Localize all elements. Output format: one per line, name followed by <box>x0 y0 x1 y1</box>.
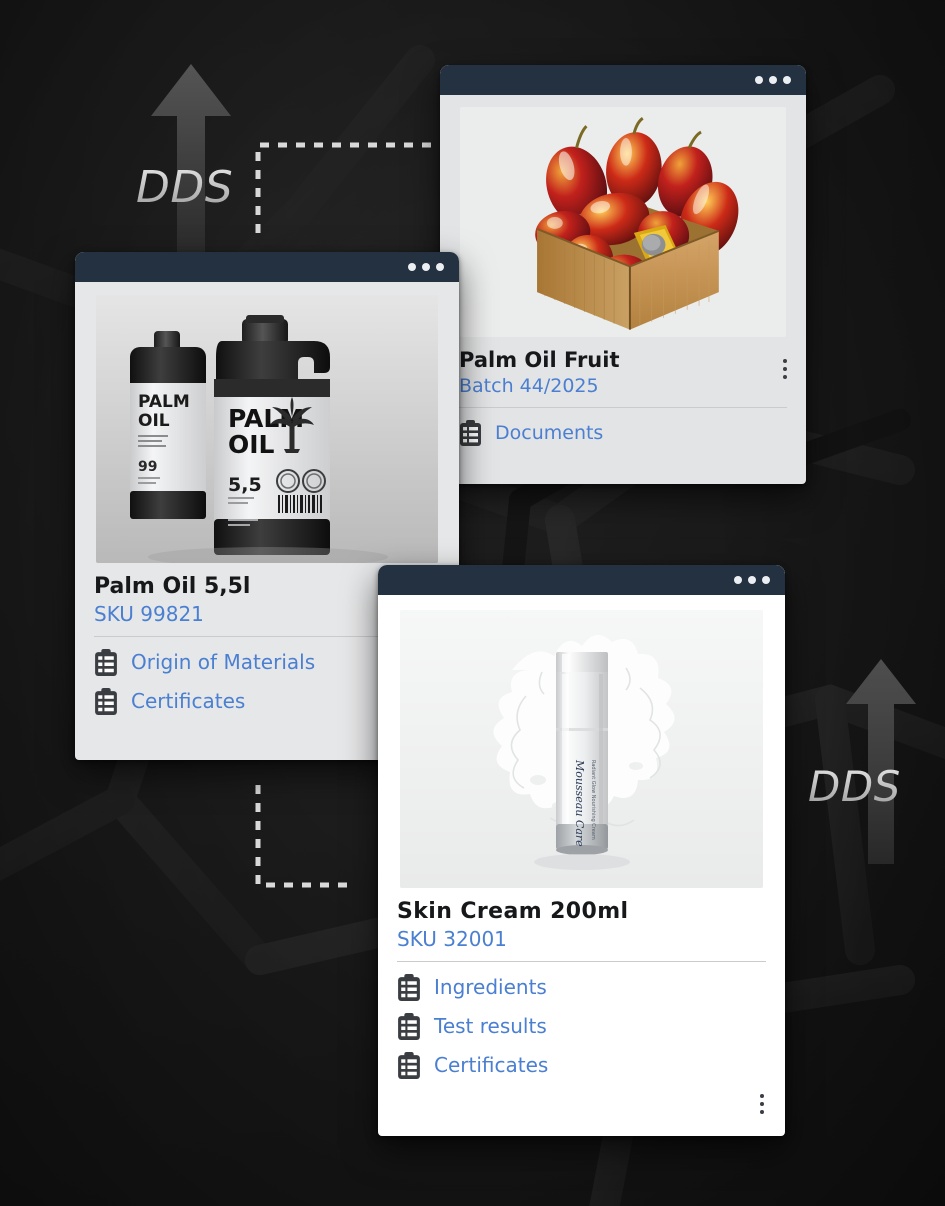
clipboard-icon <box>95 648 117 676</box>
clipboard-icon <box>460 420 481 447</box>
document-row[interactable]: Ingredients <box>397 968 766 1007</box>
clipboard-icon <box>398 1012 420 1040</box>
svg-text:OIL: OIL <box>138 411 170 431</box>
product-card-skin-cream[interactable]: Mousseau Care Radiant Glow Nourishing Cr… <box>378 565 785 1136</box>
document-list: Documents <box>440 408 806 466</box>
window-dots-icon[interactable] <box>734 576 770 584</box>
document-label: Documents <box>495 422 604 445</box>
document-row[interactable]: Test results <box>397 1007 766 1046</box>
card-overflow-menu-icon[interactable] <box>783 359 787 379</box>
card-title-bar <box>440 65 806 95</box>
svg-text:OIL: OIL <box>228 430 275 459</box>
clipboard-icon <box>398 1051 420 1079</box>
scene-canvas: DDS DDS Palm Oil Fruit Batch 44/2025 Doc… <box>0 0 945 1206</box>
card-text-block: Palm Oil Fruit Batch 44/2025 <box>440 337 806 409</box>
up-arrow-icon <box>846 659 916 864</box>
document-label: Test results <box>434 1014 547 1039</box>
product-title: Skin Cream 200ml <box>397 899 629 924</box>
document-row[interactable]: Certificates <box>397 1046 766 1085</box>
card-text-block: Skin Cream 200ml SKU 32001 <box>378 888 785 962</box>
dds-label-left: DDS <box>136 162 234 213</box>
document-label: Certificates <box>434 1053 549 1078</box>
product-image-palm-oil-fruit <box>460 107 786 337</box>
card-title-bar <box>75 252 459 282</box>
window-dots-icon[interactable] <box>755 76 791 84</box>
svg-text:PALM: PALM <box>138 392 190 412</box>
dds-label-right: DDS <box>808 762 901 811</box>
card-body: Palm Oil Fruit Batch 44/2025 Documents <box>440 107 806 466</box>
svg-text:Radiant Glow Nourishing Cream: Radiant Glow Nourishing Cream <box>590 760 596 840</box>
svg-text:5,5: 5,5 <box>228 474 262 496</box>
document-label: Ingredients <box>434 975 547 1000</box>
product-image-skin-cream: Mousseau Care Radiant Glow Nourishing Cr… <box>400 610 763 888</box>
clipboard-icon <box>398 973 420 1001</box>
clipboard-icon <box>95 687 117 715</box>
card-overflow-menu-icon[interactable] <box>760 1094 764 1114</box>
svg-text:Mousseau Care: Mousseau Care <box>573 759 586 847</box>
up-arrow-icon <box>151 64 231 258</box>
divider <box>459 407 787 409</box>
dds-flow-right: DDS <box>790 640 945 880</box>
card-title-bar <box>378 565 785 595</box>
dds-flow-left: DDS <box>120 50 300 258</box>
product-image-palm-oil-canisters: PALM OIL 99 PALM OIL 5,5 <box>96 295 438 563</box>
product-card-palm-oil-fruit[interactable]: Palm Oil Fruit Batch 44/2025 Documents <box>440 65 806 484</box>
svg-text:99: 99 <box>138 459 157 475</box>
card-body: Mousseau Care Radiant Glow Nourishing Cr… <box>378 610 785 1114</box>
document-label: Certificates <box>131 689 246 714</box>
window-dots-icon[interactable] <box>408 263 444 271</box>
document-label: Origin of Materials <box>131 650 316 675</box>
document-list: Ingredients Test results Certificates <box>378 962 785 1099</box>
product-title: Palm Oil Fruit <box>459 348 620 372</box>
document-row[interactable]: Documents <box>459 414 787 452</box>
connector-bottom-dashed <box>255 785 355 888</box>
product-subtitle: Batch 44/2025 <box>459 374 599 397</box>
product-subtitle: SKU 32001 <box>397 926 507 951</box>
divider <box>397 960 766 962</box>
